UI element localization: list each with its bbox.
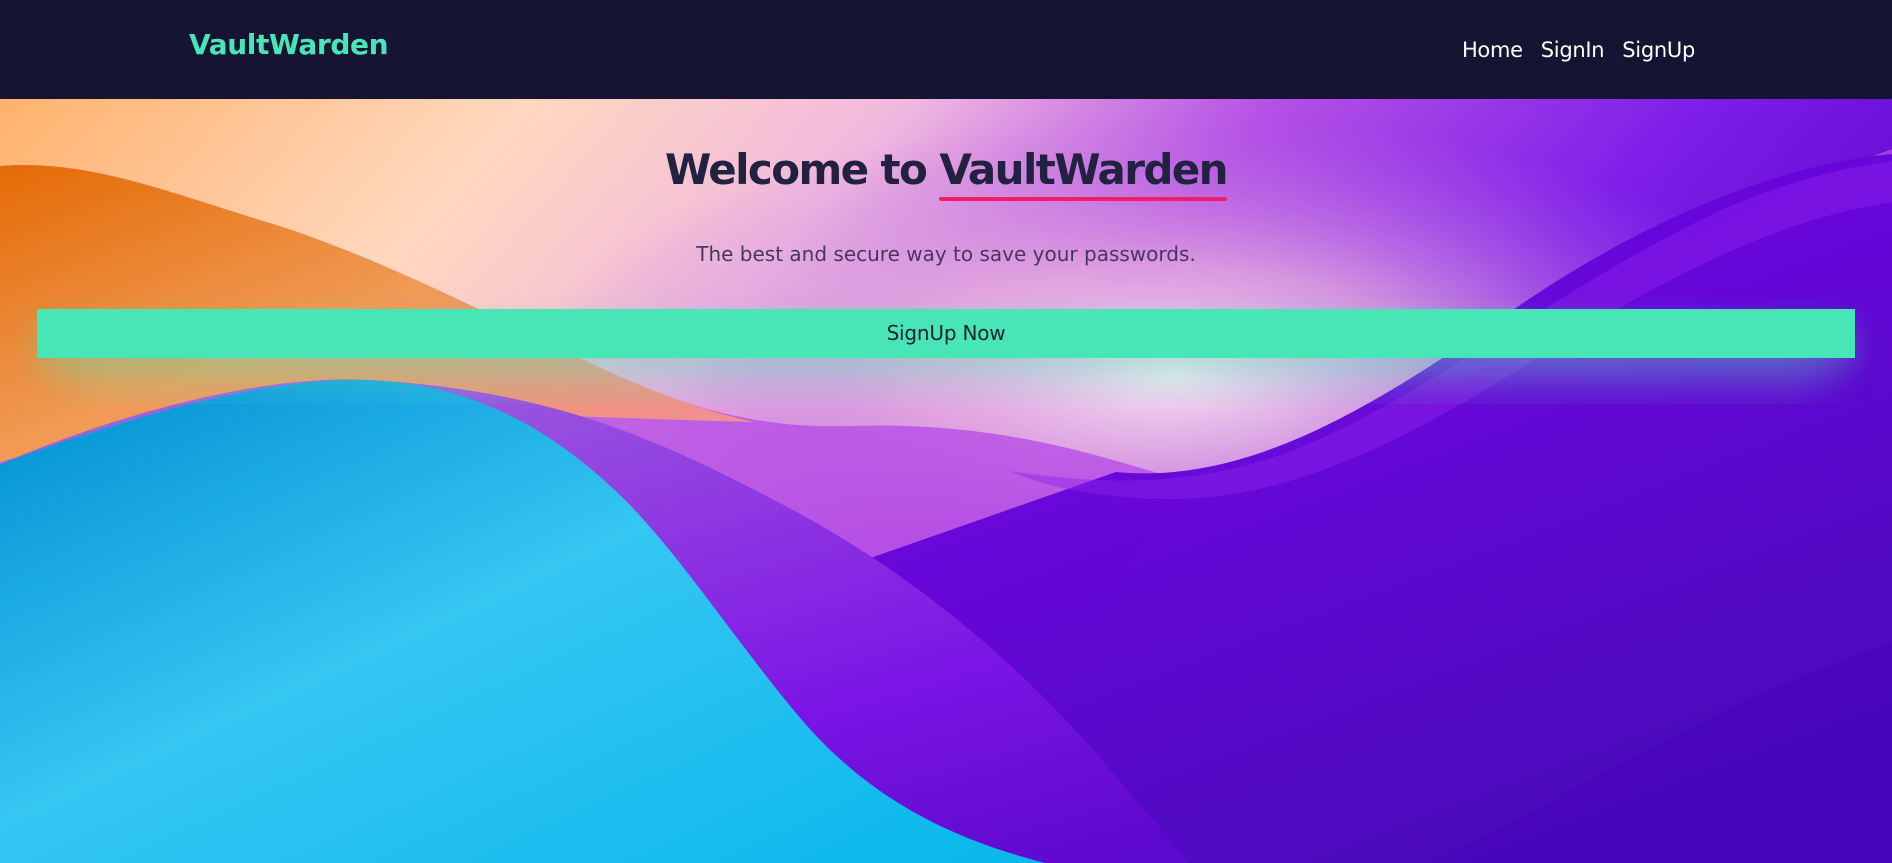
welcome-prefix-text: Welcome to [665, 145, 940, 194]
abstract-wave-background [0, 99, 1892, 863]
nav-home-link[interactable]: Home [1462, 35, 1523, 65]
main-nav-links: Home SignIn SignUp [1462, 35, 1695, 65]
welcome-headline: Welcome to VaultWarden [0, 143, 1892, 201]
hero-tagline: The best and secure way to save your pas… [696, 242, 1196, 266]
vaultwarden-brand-link[interactable]: VaultWarden [189, 28, 389, 61]
nav-signin-link[interactable]: SignIn [1541, 35, 1605, 65]
signup-now-button[interactable]: SignUp Now [37, 309, 1855, 358]
nav-signup-link[interactable]: SignUp [1622, 35, 1695, 65]
hero-section: Welcome to VaultWarden The best and secu… [0, 99, 1892, 863]
headline-brand-text: VaultWarden [939, 143, 1229, 201]
top-navigation-bar: VaultWarden Home SignIn SignUp [0, 0, 1892, 99]
vaultwarden-home-page: VaultWarden Home SignIn SignUp Welcome t… [0, 0, 1892, 863]
